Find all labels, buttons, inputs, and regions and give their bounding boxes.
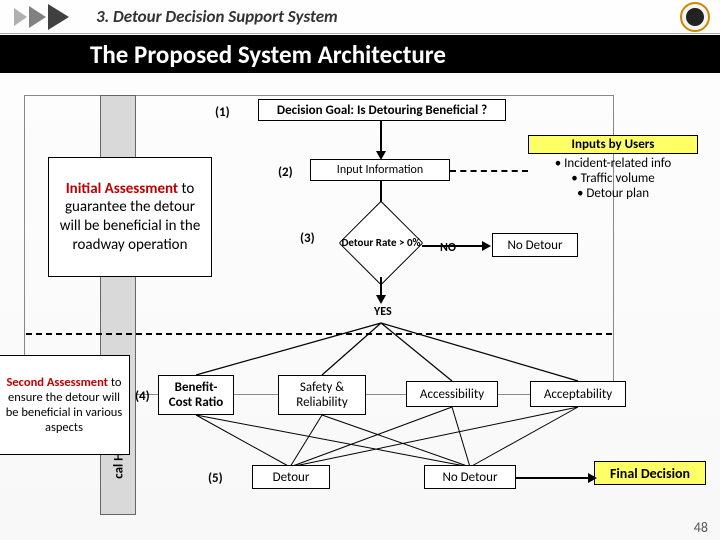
slide-title: The Proposed System Architecture: [90, 39, 446, 70]
final-decision-box: Final Decision: [594, 461, 706, 485]
step-5-number: (5): [208, 471, 223, 486]
header-bar: 3. Detour Decision Support System: [0, 0, 720, 34]
subtitle-bar: The Proposed System Architecture: [0, 35, 720, 73]
arrow-decoration: [12, 4, 82, 30]
arrow-right-icon: [588, 473, 597, 483]
university-logo: [680, 2, 710, 32]
page-number: 48: [694, 519, 708, 536]
diagram-stage: cal Hier (1) Decision Goal: Is Detouring…: [0, 73, 720, 540]
detour-box: Detour: [252, 465, 330, 489]
section-title: 3. Detour Decision Support System: [96, 6, 338, 27]
connector: [516, 477, 592, 479]
no-detour-2-box: No Detour: [424, 465, 516, 489]
